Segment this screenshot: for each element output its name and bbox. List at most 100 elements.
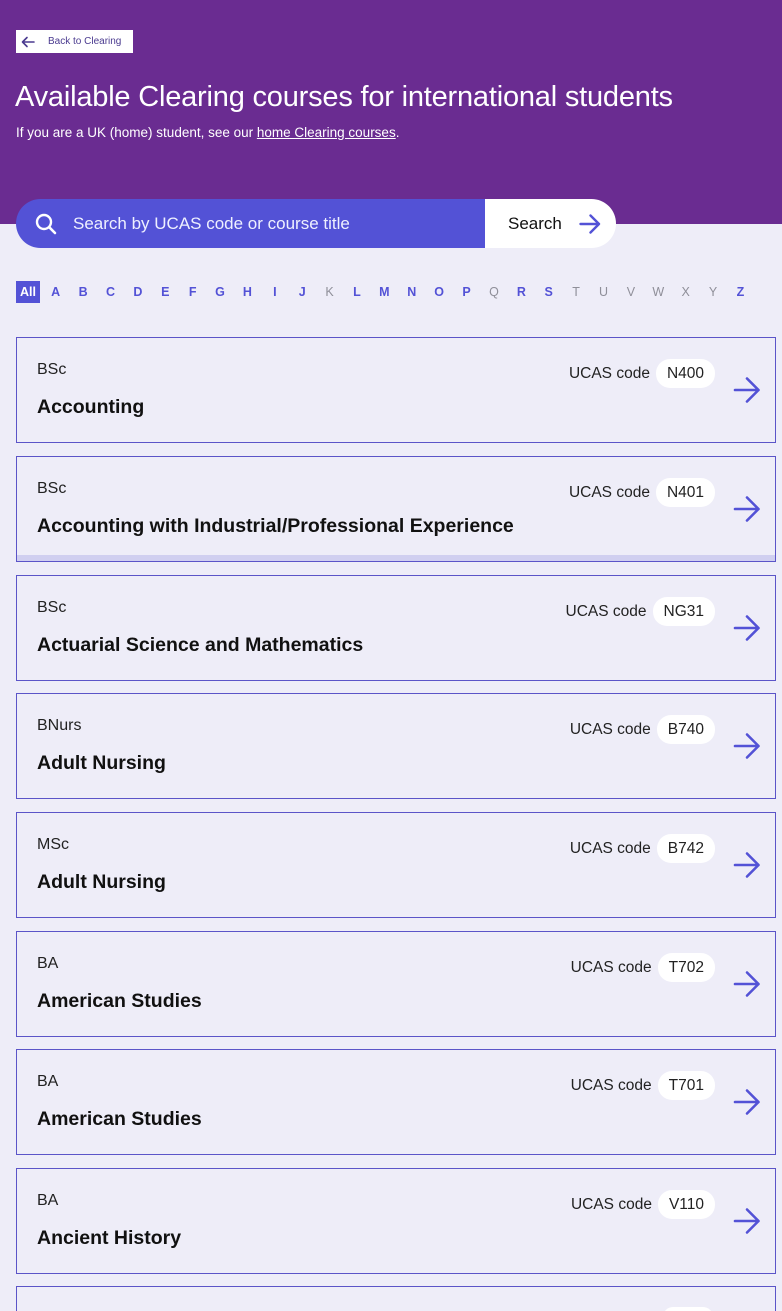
ucas-code-label: UCAS code bbox=[565, 602, 647, 620]
course-award: BNurs bbox=[37, 717, 82, 734]
ucas-code: UCAS code NG31 bbox=[566, 597, 715, 626]
course-title: Adult Nursing bbox=[37, 871, 166, 893]
course-award: BA bbox=[37, 1073, 59, 1090]
filter-letter-v: V bbox=[626, 285, 636, 299]
ucas-code-label: UCAS code bbox=[568, 483, 650, 501]
back-link-label: Back to Clearing bbox=[48, 36, 122, 47]
arrow-right-icon[interactable] bbox=[733, 970, 761, 998]
search-button-label: Search bbox=[508, 213, 562, 233]
course-card[interactable]: BSc Actuarial Science and Mathematics UCAS… bbox=[16, 575, 776, 681]
course-title: Accounting with Industrial/Professional … bbox=[37, 515, 514, 537]
ucas-code-value: N401 bbox=[655, 478, 715, 507]
filter-letter-k: K bbox=[325, 285, 334, 299]
ucas-code-value: V110 bbox=[657, 1190, 715, 1219]
alphabet-filter: All ABCDEFGHIJKLMNOPQRST U V W X YZ bbox=[16, 281, 754, 303]
ucas-code: UCAS code B740 bbox=[570, 715, 715, 744]
course-award: BA bbox=[37, 1192, 59, 1209]
ucas-code-label: UCAS code bbox=[570, 1076, 652, 1094]
arrow-right-icon[interactable] bbox=[733, 614, 761, 642]
arrow-right-icon[interactable] bbox=[733, 1088, 761, 1116]
arrow-right-icon[interactable] bbox=[733, 851, 761, 879]
course-card[interactable]: BA Ancient History UCAS code V110 bbox=[16, 1168, 776, 1274]
filter-letter-u: U bbox=[598, 285, 609, 299]
course-award: BA bbox=[37, 955, 59, 972]
course-card[interactable]: BNurs Adult Nursing UCAS code B740 bbox=[16, 693, 776, 799]
filter-letter-h[interactable]: H bbox=[234, 281, 261, 303]
ucas-code-label: UCAS code bbox=[569, 720, 651, 738]
filter-letter-c[interactable]: C bbox=[97, 281, 124, 303]
search-input[interactable] bbox=[73, 213, 453, 234]
arrow-right-icon[interactable] bbox=[733, 495, 761, 523]
filter-letter-s[interactable]: S bbox=[535, 281, 562, 303]
filter-letter-e[interactable]: E bbox=[152, 281, 179, 303]
filter-letter-y: Y bbox=[708, 285, 718, 299]
arrow-left-icon bbox=[21, 36, 35, 47]
ucas-code: UCAS code T701 bbox=[571, 1071, 715, 1100]
course-title: American Studies bbox=[37, 1108, 202, 1130]
course-title: Adult Nursing bbox=[37, 752, 166, 774]
course-award: BSc bbox=[37, 599, 67, 616]
filter-letter-f[interactable]: F bbox=[179, 281, 206, 303]
arrow-right-icon[interactable] bbox=[733, 732, 761, 760]
search-button[interactable]: Search bbox=[485, 199, 616, 248]
intro-text: If you are a UK (home) student, see our … bbox=[16, 125, 399, 140]
course-award: BSc bbox=[37, 480, 67, 497]
filter-letter-x: X bbox=[681, 285, 690, 299]
filter-letter-b[interactable]: B bbox=[69, 281, 96, 303]
filter-letter-o[interactable]: O bbox=[425, 281, 452, 303]
ucas-code-label: UCAS code bbox=[568, 364, 650, 382]
back-to-clearing-link[interactable]: Back to Clearing bbox=[16, 30, 133, 53]
ucas-code-label: UCAS code bbox=[570, 958, 652, 976]
course-card[interactable]: BSc Accounting with Industrial/Profession… bbox=[16, 456, 776, 562]
filter-letter-a[interactable]: A bbox=[42, 281, 69, 303]
ucas-code: UCAS code T702 bbox=[571, 953, 715, 982]
filter-letter-w: W bbox=[652, 285, 665, 299]
ucas-code: UCAS code B742 bbox=[570, 834, 715, 863]
home-clearing-courses-link[interactable]: home Clearing courses bbox=[257, 125, 396, 140]
ucas-code: UCAS code N400 bbox=[569, 359, 715, 388]
course-card[interactable]: MSc Adult Nursing UCAS code B742 bbox=[16, 812, 776, 918]
ucas-code-value: B742 bbox=[656, 834, 715, 863]
filter-letter-g[interactable]: G bbox=[206, 281, 233, 303]
filter-letter-z[interactable]: Z bbox=[727, 281, 754, 303]
search-icon bbox=[35, 213, 57, 234]
filter-letter-i[interactable]: I bbox=[261, 281, 288, 303]
filter-letter-r[interactable]: R bbox=[508, 281, 535, 303]
ucas-code-label: UCAS code bbox=[569, 839, 651, 857]
ucas-code-value: T702 bbox=[657, 953, 715, 982]
course-card[interactable]: BA American Studies UCAS code T702 bbox=[16, 931, 776, 1037]
course-title: Actuarial Science and Mathematics bbox=[37, 634, 364, 656]
filter-letter-j[interactable]: J bbox=[289, 281, 316, 303]
search-field bbox=[16, 199, 485, 248]
course-card[interactable]: BA American Studies UCAS code T701 bbox=[16, 1049, 776, 1155]
filter-letter-t: T bbox=[572, 285, 580, 299]
course-title: Ancient History bbox=[37, 1227, 182, 1249]
filter-letter-p[interactable]: P bbox=[453, 281, 480, 303]
filter-all[interactable]: All bbox=[16, 281, 40, 303]
ucas-code-value: T701 bbox=[657, 1071, 715, 1100]
ucas-code: UCAS code N401 bbox=[569, 478, 715, 507]
filter-letter-m[interactable]: M bbox=[371, 281, 398, 303]
ucas-code-value: NG31 bbox=[652, 597, 715, 626]
page-header: Back to Clearing Available Clearing cour… bbox=[0, 0, 782, 224]
filter-letter-l[interactable]: L bbox=[343, 281, 370, 303]
search-bar: Search bbox=[16, 199, 616, 248]
ucas-code-value: N400 bbox=[655, 359, 715, 388]
ucas-code: UCAS code V110 bbox=[571, 1190, 715, 1219]
filter-letter-d[interactable]: D bbox=[124, 281, 151, 303]
course-award: BSc bbox=[37, 361, 67, 378]
course-card[interactable]: BSc Accounting UCAS code N400 bbox=[16, 337, 776, 443]
intro-suffix: . bbox=[395, 125, 400, 140]
course-card-partial[interactable] bbox=[16, 1286, 776, 1311]
intro-prefix: If you are a UK (home) student, see our bbox=[16, 125, 257, 140]
arrow-right-icon[interactable] bbox=[733, 1207, 761, 1235]
arrow-right-icon bbox=[579, 213, 601, 234]
filter-letter-q: Q bbox=[489, 285, 499, 299]
page-title: Available Clearing courses for internati… bbox=[15, 81, 673, 113]
ucas-code-label: UCAS code bbox=[570, 1195, 652, 1213]
course-title: Accounting bbox=[37, 396, 145, 418]
ucas-code-value: B740 bbox=[656, 715, 715, 744]
arrow-right-icon[interactable] bbox=[733, 376, 761, 404]
course-title: American Studies bbox=[37, 990, 202, 1012]
filter-letter-n[interactable]: N bbox=[398, 281, 425, 303]
